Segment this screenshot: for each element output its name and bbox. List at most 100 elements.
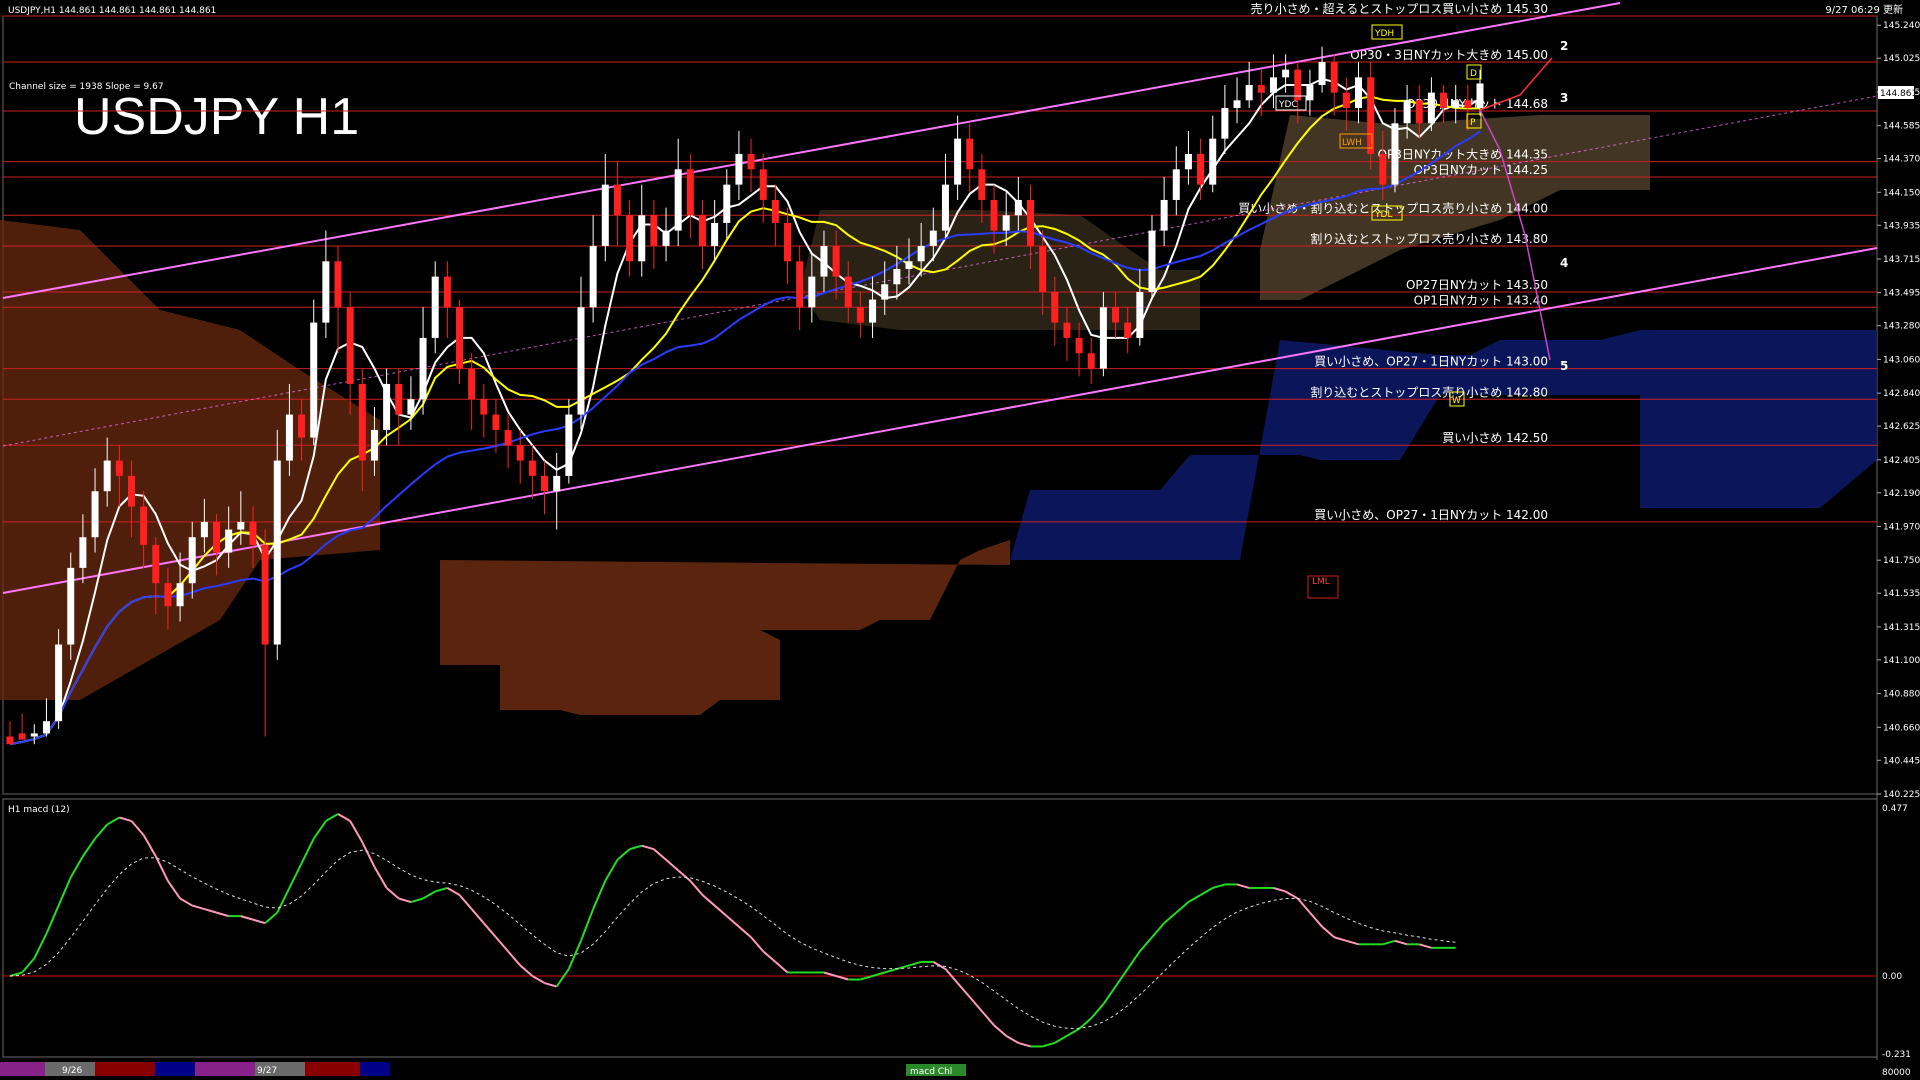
candle-body-84 — [1026, 199, 1034, 246]
candle-body-86 — [1051, 291, 1059, 323]
price-tick-label-13: 142.405 — [1883, 456, 1920, 466]
candle-body-38 — [468, 368, 476, 400]
wave-label-5: 5 — [1560, 359, 1568, 373]
candle-body-102 — [1245, 84, 1253, 101]
candle-body-66 — [808, 276, 816, 308]
tag-ydc: YDC — [1278, 100, 1298, 110]
wave-label-4: 4 — [1560, 256, 1568, 270]
candle-body-39 — [480, 399, 488, 415]
candle-body-20 — [249, 521, 257, 545]
wave-label-2: 2 — [1560, 39, 1568, 53]
level-label-3: OP3日NYカット大きめ 144.35 — [1378, 148, 1548, 162]
wave-label-3: 3 — [1560, 91, 1568, 105]
candle-body-111 — [1355, 77, 1363, 108]
candle-body-24 — [298, 414, 306, 438]
level-label-10: 割り込むとストップロス売り小さめ 142.80 — [1310, 384, 1548, 399]
price-tick-label-17: 141.535 — [1883, 589, 1920, 599]
candle-body-82 — [1002, 215, 1010, 231]
candle-body-65 — [796, 261, 804, 308]
candle-body-92 — [1124, 322, 1132, 338]
candle-body-59 — [723, 184, 731, 223]
candle-body-35 — [431, 276, 439, 338]
candle-body-117 — [1427, 92, 1435, 124]
candle-body-55 — [674, 169, 682, 231]
tag-d: D — [1470, 69, 1477, 79]
candle-body-75 — [917, 245, 925, 262]
candle-body-42 — [516, 445, 524, 461]
candle-body-48 — [589, 245, 597, 308]
candle-body-34 — [419, 337, 427, 400]
price-tick-label-21: 140.660 — [1883, 723, 1920, 733]
candle-body-49 — [601, 184, 609, 246]
candle-body-15 — [188, 537, 196, 584]
candle-body-45 — [553, 475, 561, 492]
tag-p: P — [1470, 118, 1476, 128]
level-label-6: 割り込むとストップロス売り小さめ 143.80 — [1310, 231, 1548, 246]
price-tick-label-18: 141.315 — [1883, 623, 1920, 633]
price-tick-label-0: 145.240 — [1883, 21, 1920, 31]
candle-body-47 — [577, 307, 585, 415]
price-tick-label-15: 141.970 — [1883, 522, 1920, 532]
price-tick-label-7: 143.715 — [1883, 255, 1920, 265]
macd-bottom-value: -0.231 — [1882, 1050, 1911, 1060]
level-label-7: OP27日NYカット 143.50 — [1406, 278, 1548, 292]
price-tick-label-19: 141.100 — [1883, 656, 1920, 666]
candle-body-56 — [686, 169, 694, 216]
candle-body-110 — [1342, 92, 1350, 108]
candle-body-36 — [443, 276, 451, 308]
price-tick-label-5: 144.150 — [1883, 188, 1920, 198]
update-time: 9/27 06:29 更新 — [1825, 3, 1903, 16]
candle-body-63 — [771, 199, 779, 223]
candle-body-115 — [1403, 100, 1411, 124]
candle-body-7 — [91, 491, 99, 538]
candle-body-104 — [1269, 77, 1277, 93]
candle-body-32 — [395, 383, 403, 415]
candle-body-96 — [1172, 169, 1180, 200]
level-label-9: 買い小さめ、OP27・1日NYカット 143.00 — [1314, 355, 1548, 369]
candle-body-112 — [1367, 77, 1375, 154]
candle-body-21 — [261, 544, 269, 645]
candle-body-108 — [1318, 61, 1326, 85]
price-tick-label-8: 143.495 — [1883, 289, 1920, 299]
candle-body-0 — [6, 736, 14, 745]
price-tick-label-10: 143.060 — [1883, 355, 1920, 365]
candle-body-107 — [1306, 84, 1314, 101]
candle-body-72 — [881, 284, 889, 300]
current-price: 144.861 — [1880, 89, 1917, 99]
candle-body-76 — [929, 230, 937, 246]
candle-body-98 — [1197, 153, 1205, 185]
usdjpy-h1-chart[interactable]: USDJPY,H1 144.861 144.861 144.861 144.86… — [0, 0, 1920, 1080]
candle-body-73 — [893, 268, 901, 285]
macd-zero-value: 0.00 — [1882, 972, 1902, 982]
candle-body-58 — [711, 222, 719, 246]
candle-body-28 — [346, 307, 354, 384]
candle-body-2 — [30, 733, 38, 737]
level-label-8: OP1日NYカット 143.40 — [1414, 293, 1548, 307]
candle-body-121 — [1476, 83, 1484, 108]
candle-body-99 — [1209, 138, 1217, 185]
candle-body-44 — [541, 475, 549, 492]
candle-body-61 — [747, 153, 755, 170]
candle-body-14 — [176, 583, 184, 607]
candle-body-83 — [1014, 199, 1022, 216]
candle-body-31 — [383, 383, 391, 430]
tag-ydl: YDL — [1374, 210, 1392, 220]
candle-body-50 — [613, 184, 621, 216]
candle-body-23 — [285, 414, 293, 461]
big-title: USDJPY H1 — [74, 88, 359, 146]
candle-body-114 — [1391, 123, 1399, 185]
price-tick-label-22: 140.445 — [1883, 756, 1920, 766]
candle-body-103 — [1257, 84, 1265, 93]
candle-body-54 — [662, 230, 670, 246]
candle-body-116 — [1415, 100, 1423, 124]
candle-body-4 — [55, 644, 63, 722]
price-tick-label-16: 141.750 — [1883, 556, 1920, 566]
candle-body-19 — [237, 521, 245, 530]
level-label-1: OP30・3日NYカット大きめ 145.00 — [1350, 48, 1548, 62]
date-label-0926: 9/26 — [62, 1066, 82, 1076]
candle-body-52 — [638, 215, 646, 262]
candle-body-12 — [152, 544, 160, 584]
candle-body-97 — [1184, 153, 1192, 170]
candle-body-91 — [1112, 307, 1120, 323]
price-tick-label-4: 144.370 — [1883, 155, 1920, 165]
